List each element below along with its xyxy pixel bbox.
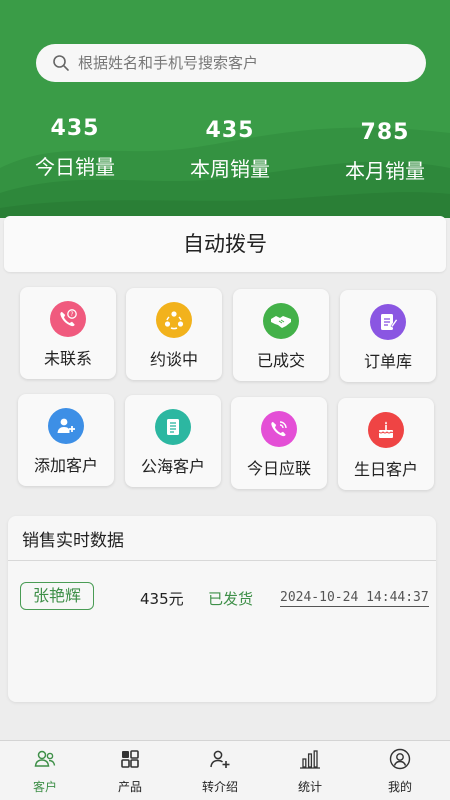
order-document-icon [370,304,406,340]
sale-timestamp: 2024-10-24 14:44:37 [280,590,429,607]
search-bar[interactable] [36,44,426,82]
stat-today-label: 今日销量 [35,155,115,179]
tab-me[interactable]: 我的 [355,741,445,800]
tile-label: 生日客户 [353,460,418,479]
tile-label: 订单库 [363,352,412,371]
search-input[interactable] [78,54,398,72]
stat-week-value: 435 [205,118,255,143]
tile-closed[interactable]: 已成交 [233,289,329,381]
panel-title: 销售实时数据 [22,531,124,551]
grid-icon [121,750,139,768]
birthday-cake-icon [368,412,404,448]
tab-label: 统计 [297,780,322,794]
tab-referral[interactable]: 转介绍 [175,741,265,800]
tile-label: 未联系 [43,349,92,368]
tab-label: 产品 [117,780,142,794]
tile-label: 今日应联 [246,459,311,478]
tab-statistics[interactable]: 统计 [265,741,355,800]
tile-label: 已成交 [256,351,305,370]
autodial-label: 自动拨号 [183,232,267,256]
phone-question-icon: ? [50,301,86,337]
stat-month[interactable]: 785 本月销量 [325,120,445,184]
profile-icon [389,748,411,770]
add-user-icon [48,408,84,444]
shipping-status: 已发货 [208,590,254,608]
tab-customers[interactable]: 客户 [0,741,90,800]
tile-negotiating[interactable]: 约谈中 [126,288,222,380]
tile-orders[interactable]: 订单库 [340,290,436,382]
customers-icon [34,750,56,767]
handshake-icon [263,303,299,339]
tab-label: 转介绍 [201,780,238,794]
referral-icon [210,750,230,768]
stat-week[interactable]: 435 本周销量 [170,118,290,182]
tile-public-pool[interactable]: 公海客户 [125,395,221,487]
tile-today-contact[interactable]: 今日应联 [231,397,327,489]
bottom-tab-bar: 客户 产品 转介绍 统计 我的 [0,740,450,800]
svg-text:?: ? [70,311,73,318]
stat-month-value: 785 [360,120,410,145]
people-cycle-icon [156,302,192,338]
phone-call-icon [261,411,297,447]
sale-amount: 435元 [140,590,184,608]
tab-label: 客户 [32,780,57,794]
tab-label: 我的 [387,780,412,794]
autodial-button[interactable]: 自动拨号 [4,216,446,272]
tile-label: 添加客户 [33,456,98,475]
divider [8,560,436,561]
header-banner: 435 今日销量 435 本周销量 785 本月销量 [0,0,450,218]
bar-chart-icon [300,750,320,769]
sales-stats: 435 今日销量 435 本周销量 785 本月销量 [0,112,450,202]
tile-label: 约谈中 [149,350,198,369]
stat-week-label: 本周销量 [190,157,270,181]
tile-label: 公海客户 [140,457,205,476]
sales-realtime-panel: 销售实时数据 张艳辉 435元 已发货 2024-10-24 14:44:37 [8,516,436,702]
document-list-icon [155,409,191,445]
customer-name-badge[interactable]: 张艳辉 [20,582,94,610]
tab-products[interactable]: 产品 [85,741,175,800]
stat-month-label: 本月销量 [345,159,425,183]
stat-today-value: 435 [50,116,100,141]
tile-add-customer[interactable]: 添加客户 [18,394,114,486]
stat-today[interactable]: 435 今日销量 [15,116,135,180]
tile-birthday[interactable]: 生日客户 [338,398,434,490]
search-icon [53,55,69,71]
tile-uncontacted[interactable]: ? 未联系 [20,287,116,379]
